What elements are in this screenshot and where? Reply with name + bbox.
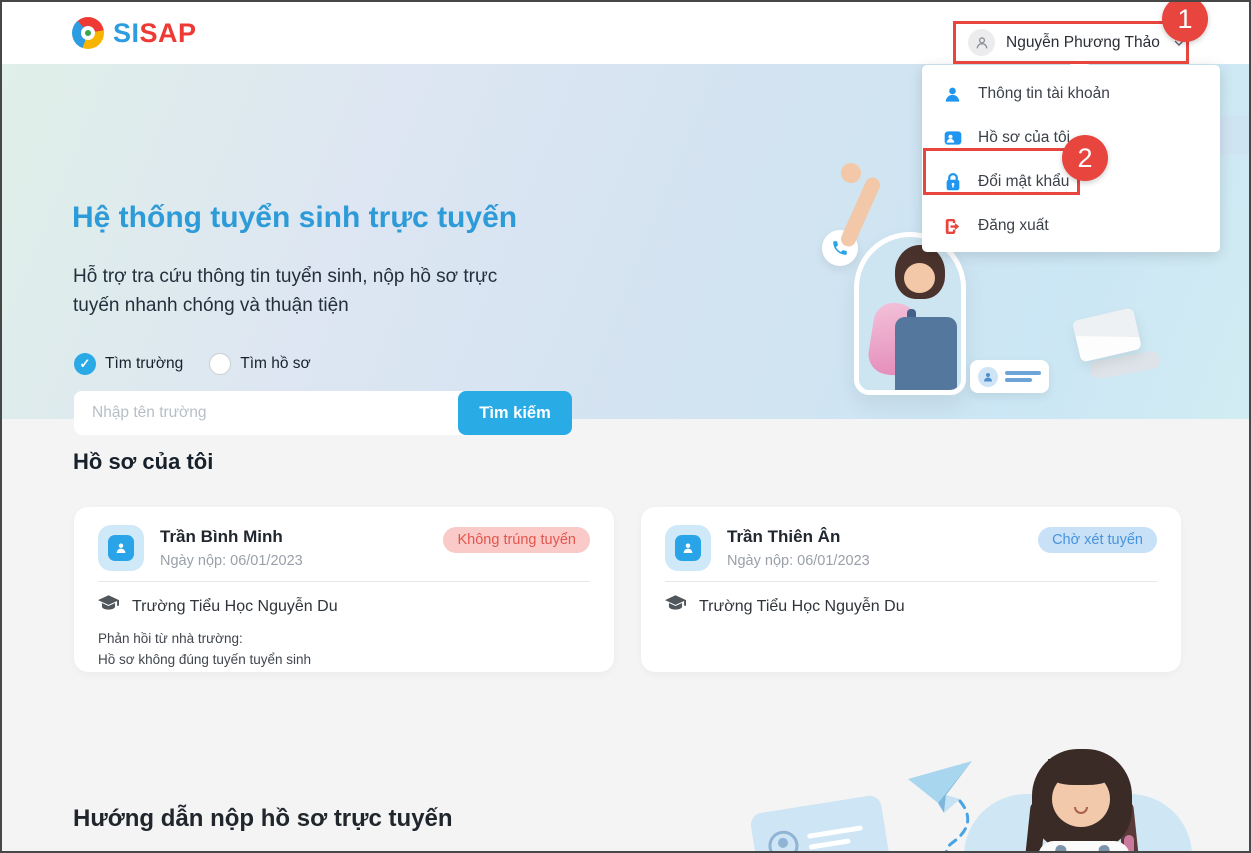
user-name: Nguyễn Phương Thảo xyxy=(1006,33,1160,51)
user-menu-button[interactable]: Nguyễn Phương Thảo xyxy=(953,21,1189,64)
menu-item-label: Thông tin tài khoản xyxy=(978,85,1110,102)
radio-find-profile[interactable]: Tìm hồ sơ xyxy=(209,353,311,375)
corner-decoration xyxy=(1215,116,1249,154)
id-card-lines xyxy=(1005,368,1041,385)
menu-item-label: Đổi mật khẩu xyxy=(978,173,1070,190)
divider xyxy=(665,581,1157,582)
school-search-input[interactable] xyxy=(74,391,466,435)
my-profiles-heading: Hồ sơ của tôi xyxy=(73,449,214,474)
school-row: Trường Tiểu Học Nguyễn Du xyxy=(665,595,1157,618)
illustration-card-lines xyxy=(806,819,866,851)
radio-find-school[interactable]: ✓ Tìm trường xyxy=(74,353,183,375)
child-face-shape xyxy=(904,263,935,293)
page-title: Hệ thống tuyển sinh trực tuyến xyxy=(72,201,518,234)
main-content: Hồ sơ của tôi Trần Bình Minh Ngày nộp: 0… xyxy=(2,419,1249,851)
graduation-cap-icon xyxy=(98,595,119,618)
profile-card-tran-binh-minh[interactable]: Trần Bình Minh Ngày nộp: 06/01/2023 Khôn… xyxy=(74,507,614,672)
page-subtitle: Hỗ trợ tra cứu thông tin tuyển sinh, nộp… xyxy=(73,266,498,317)
menu-item-label: Hồ sơ của tôi xyxy=(978,129,1071,146)
profile-card-icon xyxy=(942,128,963,149)
radio-find-school-label: Tìm trường xyxy=(105,355,184,372)
status-badge: Chờ xét tuyển xyxy=(1038,527,1157,553)
submit-date: Ngày nộp: 06/01/2023 xyxy=(727,553,870,569)
illustration-avatar-icon xyxy=(766,828,801,851)
girl-shirt-shape xyxy=(1038,841,1130,851)
menu-item-label: Đăng xuất xyxy=(978,217,1049,234)
user-icon xyxy=(942,84,963,105)
feedback-label: Phản hồi từ nhà trường: xyxy=(98,631,243,646)
sisap-logo-icon xyxy=(72,17,104,49)
radio-unchecked-icon[interactable] xyxy=(209,353,232,375)
guide-heading: Hướng dẫn nộp hồ sơ trực tuyến xyxy=(73,805,453,832)
student-name: Trần Bình Minh xyxy=(160,527,283,546)
menu-item-logout[interactable]: Đăng xuất xyxy=(922,204,1220,248)
hero-child-photo xyxy=(838,163,966,395)
radio-checked-icon[interactable]: ✓ xyxy=(74,353,96,375)
id-card-avatar-icon xyxy=(978,366,998,387)
search-mode-radios: ✓ Tìm trường Tìm hồ sơ xyxy=(74,353,311,375)
status-badge: Không trúng tuyển xyxy=(443,527,590,553)
graduation-cap-icon xyxy=(665,595,686,618)
school-feedback: Phản hồi từ nhà trường: Hồ sơ không đúng… xyxy=(98,629,590,671)
profile-badge-icon xyxy=(665,525,711,571)
logout-icon xyxy=(942,216,963,237)
search-button[interactable]: Tìm kiếm xyxy=(458,391,572,435)
annotation-badge-2: 2 xyxy=(1062,135,1108,181)
illustration-id-card xyxy=(749,794,891,851)
lock-icon xyxy=(942,172,963,193)
user-avatar-icon xyxy=(968,29,995,56)
child-arm-shape xyxy=(838,175,883,249)
menu-item-account-info[interactable]: Thông tin tài khoản xyxy=(922,72,1220,116)
profile-card-tran-thien-an[interactable]: Trần Thiên Ân Ngày nộp: 06/01/2023 Chờ x… xyxy=(641,507,1181,672)
card-identity: Trần Bình Minh Ngày nộp: 06/01/2023 xyxy=(160,525,443,569)
radio-find-profile-label: Tìm hồ sơ xyxy=(240,355,311,372)
card-identity: Trần Thiên Ân Ngày nộp: 06/01/2023 xyxy=(727,525,1038,569)
girl-bangs-shape xyxy=(1048,759,1114,785)
school-name: Trường Tiểu Học Nguyễn Du xyxy=(132,597,338,615)
profile-badge-icon xyxy=(98,525,144,571)
school-search-bar: Tìm kiếm xyxy=(74,391,572,435)
feedback-text: Hồ sơ không đúng tuyến tuyển sinh xyxy=(98,651,311,667)
sisap-enrollment-page: Hệ thống tuyển sinh trực tuyến Hỗ trợ tr… xyxy=(0,0,1251,853)
child-overalls-shape xyxy=(895,317,957,390)
student-name: Trần Thiên Ân xyxy=(727,527,841,546)
card-header-row: Trần Bình Minh Ngày nộp: 06/01/2023 Khôn… xyxy=(98,525,590,571)
submit-date: Ngày nộp: 06/01/2023 xyxy=(160,553,303,569)
divider xyxy=(98,581,590,582)
guide-child-photo xyxy=(1024,749,1144,851)
sisap-logo-text: SISAP xyxy=(113,17,197,48)
id-card-illustration xyxy=(970,360,1049,393)
school-name: Trường Tiểu Học Nguyễn Du xyxy=(699,597,905,615)
child-fist-shape xyxy=(841,163,861,183)
sisap-logo[interactable]: SISAP xyxy=(72,17,197,49)
card-header-row: Trần Thiên Ân Ngày nộp: 06/01/2023 Chờ x… xyxy=(665,525,1157,571)
school-row: Trường Tiểu Học Nguyễn Du xyxy=(98,595,590,618)
